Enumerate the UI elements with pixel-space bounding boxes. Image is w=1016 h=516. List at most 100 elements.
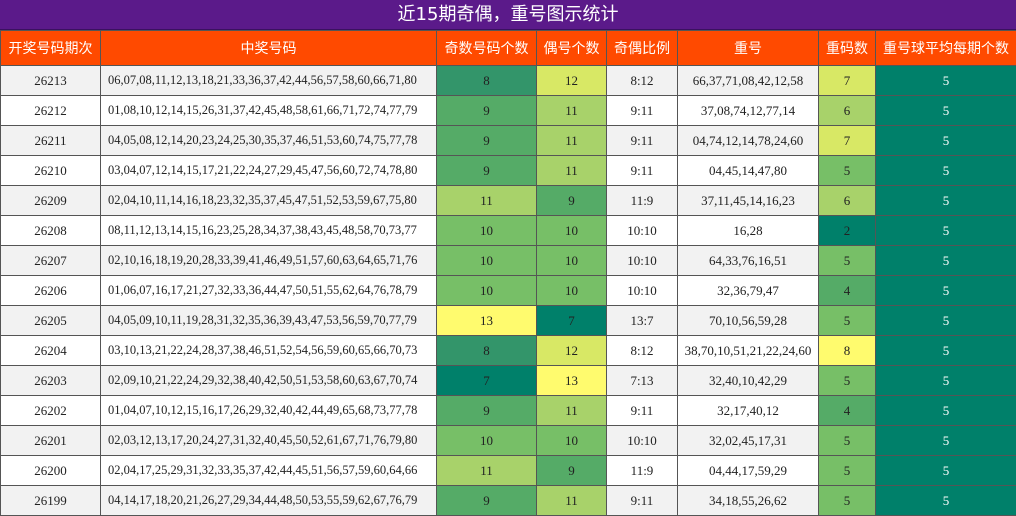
cell-period: 26201: [1, 426, 101, 456]
table-row: 2620504,05,09,10,11,19,28,31,32,35,36,39…: [1, 306, 1016, 336]
cell-even-count: 10: [537, 246, 607, 276]
cell-even-count: 9: [537, 186, 607, 216]
cell-even-count: 13: [537, 366, 607, 396]
header-row: 开奖号码期次 中奖号码 奇数号码个数 偶号个数 奇偶比例 重号 重码数 重号球平…: [1, 31, 1016, 66]
cell-repeat-average: 5: [876, 276, 1016, 306]
cell-period: 26204: [1, 336, 101, 366]
page-title: 近15期奇偶，重号图示统计: [0, 0, 1016, 30]
cell-odd-count: 9: [437, 96, 537, 126]
table-row: 2620601,06,07,16,17,21,27,32,33,36,44,47…: [1, 276, 1016, 306]
cell-odd-count: 9: [437, 126, 537, 156]
table-row: 2621306,07,08,11,12,13,18,21,33,36,37,42…: [1, 66, 1016, 96]
table-row: 2621201,08,10,12,14,15,26,31,37,42,45,48…: [1, 96, 1016, 126]
cell-repeat-count: 5: [819, 426, 876, 456]
cell-ratio: 7:13: [607, 366, 678, 396]
cell-repeat-numbers: 37,08,74,12,77,14: [678, 96, 819, 126]
cell-ratio: 9:11: [607, 156, 678, 186]
cell-odd-count: 9: [437, 156, 537, 186]
cell-numbers: 02,09,10,21,22,24,29,32,38,40,42,50,51,5…: [101, 366, 437, 396]
cell-repeat-count: 2: [819, 216, 876, 246]
cell-period: 26211: [1, 126, 101, 156]
cell-numbers: 02,04,17,25,29,31,32,33,35,37,42,44,45,5…: [101, 456, 437, 486]
cell-repeat-count: 5: [819, 456, 876, 486]
table-body: 2621306,07,08,11,12,13,18,21,33,36,37,42…: [1, 66, 1016, 516]
cell-repeat-count: 4: [819, 276, 876, 306]
cell-odd-count: 10: [437, 426, 537, 456]
cell-numbers: 04,05,08,12,14,20,23,24,25,30,35,37,46,5…: [101, 126, 437, 156]
cell-even-count: 11: [537, 96, 607, 126]
cell-repeat-average: 5: [876, 426, 1016, 456]
header-odd-count: 奇数号码个数: [437, 31, 537, 66]
cell-period: 26200: [1, 456, 101, 486]
table-row: 2621104,05,08,12,14,20,23,24,25,30,35,37…: [1, 126, 1016, 156]
cell-period: 26209: [1, 186, 101, 216]
cell-numbers: 01,06,07,16,17,21,27,32,33,36,44,47,50,5…: [101, 276, 437, 306]
cell-even-count: 11: [537, 486, 607, 516]
cell-repeat-count: 5: [819, 246, 876, 276]
table-row: 2619904,14,17,18,20,21,26,27,29,34,44,48…: [1, 486, 1016, 516]
cell-repeat-average: 5: [876, 306, 1016, 336]
cell-repeat-average: 5: [876, 216, 1016, 246]
cell-repeat-numbers: 16,28: [678, 216, 819, 246]
table-row: 2620302,09,10,21,22,24,29,32,38,40,42,50…: [1, 366, 1016, 396]
table-row: 2620902,04,10,11,14,16,18,23,32,35,37,45…: [1, 186, 1016, 216]
cell-numbers: 02,03,12,13,17,20,24,27,31,32,40,45,50,5…: [101, 426, 437, 456]
cell-period: 26203: [1, 366, 101, 396]
cell-repeat-average: 5: [876, 246, 1016, 276]
cell-repeat-numbers: 66,37,71,08,42,12,58: [678, 66, 819, 96]
cell-repeat-count: 5: [819, 366, 876, 396]
header-even-count: 偶号个数: [537, 31, 607, 66]
cell-repeat-count: 7: [819, 126, 876, 156]
cell-repeat-numbers: 64,33,76,16,51: [678, 246, 819, 276]
cell-repeat-average: 5: [876, 66, 1016, 96]
cell-odd-count: 11: [437, 456, 537, 486]
stats-table: 开奖号码期次 中奖号码 奇数号码个数 偶号个数 奇偶比例 重号 重码数 重号球平…: [0, 30, 1016, 516]
cell-ratio: 9:11: [607, 126, 678, 156]
cell-ratio: 11:9: [607, 456, 678, 486]
cell-repeat-numbers: 04,74,12,14,78,24,60: [678, 126, 819, 156]
cell-repeat-numbers: 32,40,10,42,29: [678, 366, 819, 396]
cell-period: 26212: [1, 96, 101, 126]
cell-odd-count: 9: [437, 486, 537, 516]
cell-even-count: 9: [537, 456, 607, 486]
cell-even-count: 10: [537, 276, 607, 306]
cell-repeat-count: 8: [819, 336, 876, 366]
cell-numbers: 04,14,17,18,20,21,26,27,29,34,44,48,50,5…: [101, 486, 437, 516]
table-row: 2621003,04,07,12,14,15,17,21,22,24,27,29…: [1, 156, 1016, 186]
table-row: 2620403,10,13,21,22,24,28,37,38,46,51,52…: [1, 336, 1016, 366]
cell-ratio: 10:10: [607, 276, 678, 306]
cell-period: 26202: [1, 396, 101, 426]
cell-repeat-numbers: 70,10,56,59,28: [678, 306, 819, 336]
header-ratio: 奇偶比例: [607, 31, 678, 66]
cell-even-count: 11: [537, 396, 607, 426]
cell-repeat-count: 7: [819, 66, 876, 96]
stats-page: 近15期奇偶，重号图示统计 开奖号码期次 中奖号码 奇数号码个数 偶号个数 奇偶…: [0, 0, 1016, 515]
cell-numbers: 03,10,13,21,22,24,28,37,38,46,51,52,54,5…: [101, 336, 437, 366]
cell-odd-count: 13: [437, 306, 537, 336]
cell-numbers: 02,10,16,18,19,20,28,33,39,41,46,49,51,5…: [101, 246, 437, 276]
cell-repeat-count: 5: [819, 486, 876, 516]
cell-numbers: 06,07,08,11,12,13,18,21,33,36,37,42,44,5…: [101, 66, 437, 96]
cell-period: 26205: [1, 306, 101, 336]
cell-odd-count: 10: [437, 246, 537, 276]
cell-ratio: 10:10: [607, 216, 678, 246]
cell-period: 26206: [1, 276, 101, 306]
cell-even-count: 12: [537, 66, 607, 96]
table-row: 2620808,11,12,13,14,15,16,23,25,28,34,37…: [1, 216, 1016, 246]
cell-even-count: 10: [537, 216, 607, 246]
cell-repeat-average: 5: [876, 96, 1016, 126]
cell-repeat-average: 5: [876, 156, 1016, 186]
cell-repeat-numbers: 38,70,10,51,21,22,24,60: [678, 336, 819, 366]
header-repeat-numbers: 重号: [678, 31, 819, 66]
cell-repeat-average: 5: [876, 456, 1016, 486]
cell-ratio: 10:10: [607, 246, 678, 276]
cell-repeat-numbers: 04,45,14,47,80: [678, 156, 819, 186]
cell-odd-count: 10: [437, 216, 537, 246]
cell-odd-count: 8: [437, 66, 537, 96]
cell-even-count: 11: [537, 156, 607, 186]
cell-even-count: 10: [537, 426, 607, 456]
cell-repeat-count: 5: [819, 156, 876, 186]
cell-repeat-numbers: 04,44,17,59,29: [678, 456, 819, 486]
cell-ratio: 11:9: [607, 186, 678, 216]
table-row: 2620002,04,17,25,29,31,32,33,35,37,42,44…: [1, 456, 1016, 486]
